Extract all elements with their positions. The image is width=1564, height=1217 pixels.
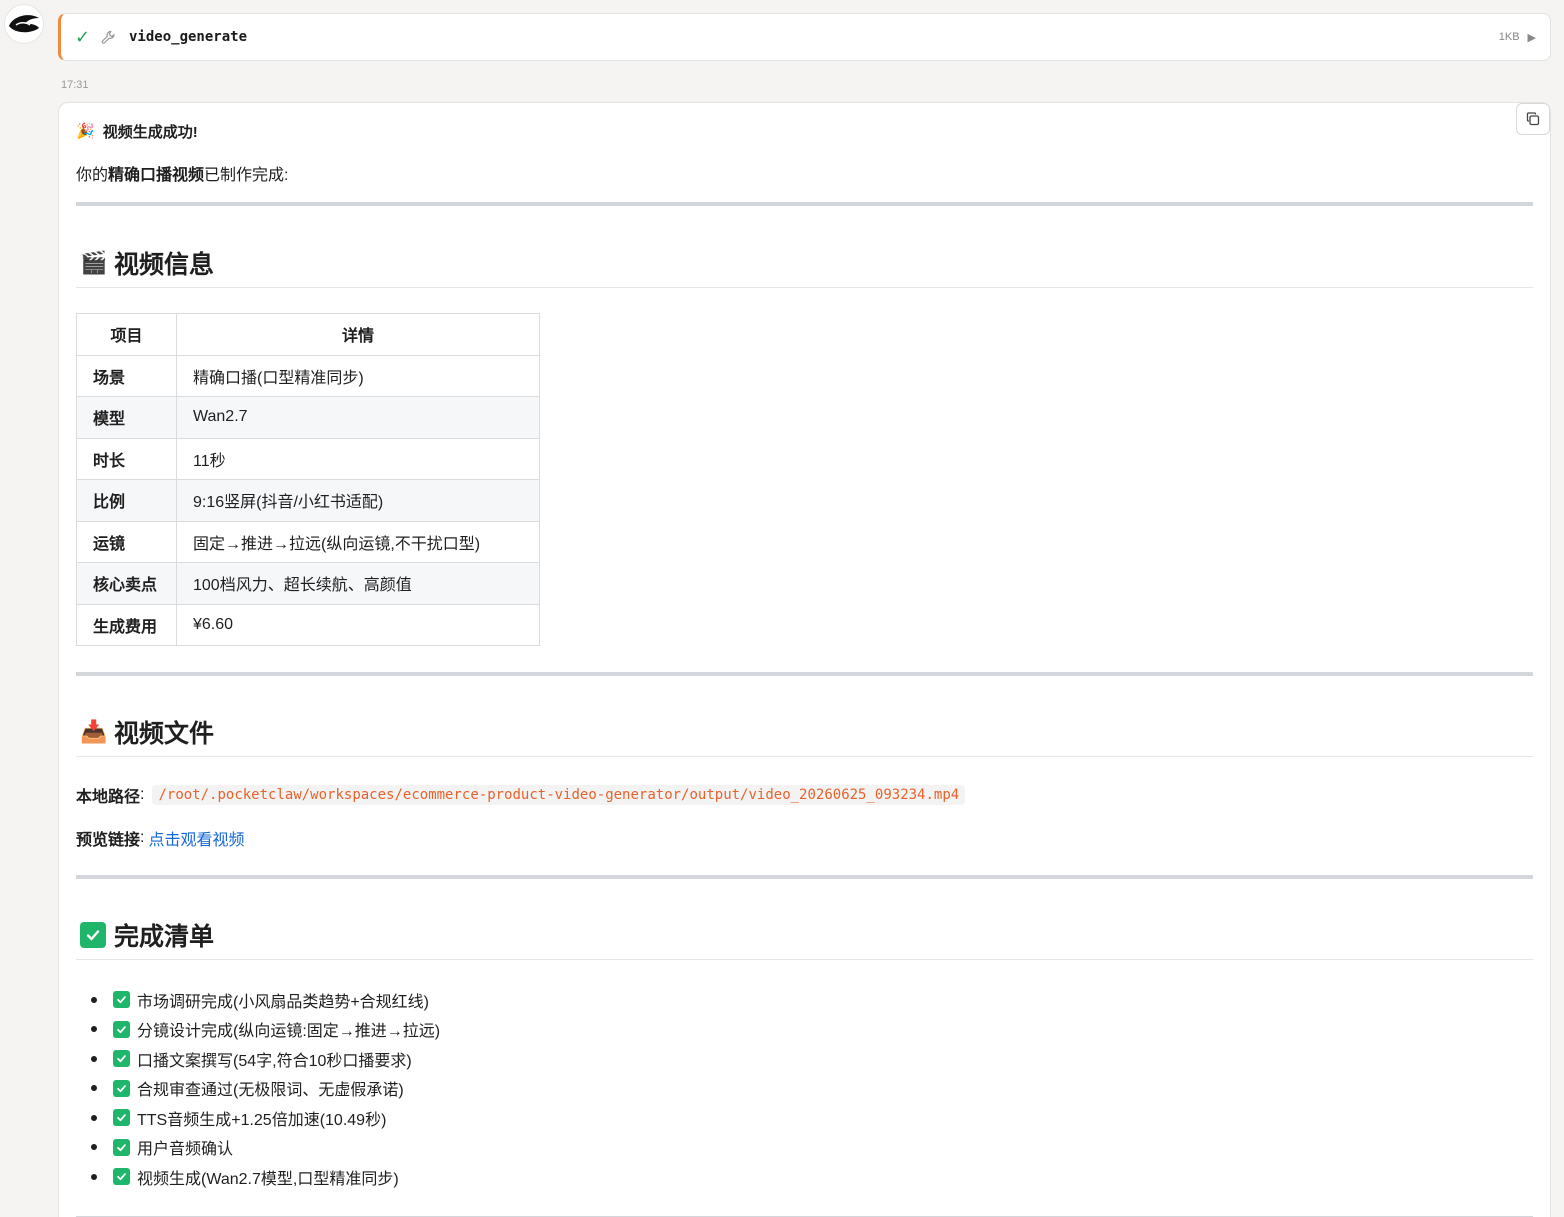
checklist-heading: 完成清单	[76, 917, 1533, 960]
preview-link-label: 预览链接	[76, 832, 141, 849]
row-value: 固定→推进→拉远(纵向运镜,不干扰口型)	[176, 520, 540, 563]
preview-video-link[interactable]: 点击观看视频	[148, 826, 244, 850]
local-path-line: 本地路径: /root/.pocketclaw/workspaces/ecomm…	[76, 783, 1533, 807]
table-row: 时长 11秒	[76, 437, 540, 480]
list-item-text: 分镜设计完成(纵向运镜:固定→推进→拉远)	[137, 1023, 441, 1041]
row-label: 模型	[76, 396, 177, 439]
assistant-message: 🎉 视频生成成功! 你的精确口播视频已制作完成: 🎬 视频信息 项目 详情 场景…	[58, 102, 1551, 1217]
divider	[76, 672, 1533, 676]
row-label: 运镜	[76, 520, 177, 563]
intro-suffix: 已制作完成:	[204, 167, 289, 184]
assistant-avatar	[4, 4, 44, 44]
copy-button[interactable]	[1516, 103, 1550, 135]
video-file-title: 视频文件	[114, 720, 215, 748]
table-row: 模型 Wan2.7	[76, 396, 540, 439]
intro-text: 你的精确口播视频已制作完成:	[76, 161, 1533, 184]
list-item-text: 合规审查通过(无极限词、无虚假承诺)	[137, 1082, 404, 1100]
preview-link-line: 预览链接: 点击观看视频	[76, 826, 1533, 850]
list-item: 用户音频确认	[76, 1133, 1533, 1163]
table-row: 场景 精确口播(口型精准同步)	[76, 354, 540, 397]
check-mark-icon	[113, 991, 130, 1009]
checklist-title: 完成清单	[114, 923, 215, 951]
table-row: 生成费用 ¥6.60	[76, 603, 540, 646]
check-mark-icon	[113, 1020, 130, 1038]
row-value: ¥6.60	[176, 603, 540, 646]
row-label: 核心卖点	[76, 562, 177, 605]
copy-icon	[1526, 112, 1540, 126]
table-row: 核心卖点 100档风力、超长续航、高颜值	[76, 562, 540, 605]
list-item-text: 视频生成(Wan2.7模型,口型精准同步)	[137, 1170, 399, 1188]
table-row: 运镜 固定→推进→拉远(纵向运镜,不干扰口型)	[76, 520, 540, 563]
list-item: 口播文案撰写(54字,符合10秒口播要求)	[76, 1044, 1533, 1074]
tool-result-size: 1KB	[1498, 31, 1520, 43]
message-timestamp: 17:31	[61, 79, 89, 91]
row-label: 时长	[76, 437, 177, 480]
video-info-heading: 🎬 视频信息	[76, 245, 1533, 288]
table-header-row: 项目 详情	[76, 313, 540, 356]
inbox-tray-icon: 📥	[80, 719, 108, 744]
claw-logo-icon	[9, 15, 39, 33]
row-value: 100档风力、超长续航、高颜值	[176, 562, 540, 605]
list-item: 合规审查通过(无极限词、无虚假承诺)	[76, 1074, 1533, 1104]
list-item: 市场调研完成(小风扇品类趋势+合规红线)	[76, 985, 1533, 1015]
row-value: Wan2.7	[176, 396, 540, 439]
local-path-sep: :	[140, 786, 145, 803]
check-mark-icon	[113, 1138, 130, 1156]
list-item: 分镜设计完成(纵向运镜:固定→推进→拉远)	[76, 1015, 1533, 1045]
list-item-text: 市场调研完成(小风扇品类趋势+合规红线)	[137, 993, 430, 1011]
table-row: 比例 9:16竖屏(抖音/小红书适配)	[76, 479, 540, 522]
tool-call-card[interactable]: ✓ video_generate 1KB ▶	[58, 13, 1551, 61]
check-mark-icon	[113, 1109, 130, 1127]
divider	[76, 202, 1533, 206]
local-path-label: 本地路径	[76, 789, 141, 806]
local-path-value[interactable]: /root/.pocketclaw/workspaces/ecommerce-p…	[152, 785, 966, 805]
table-header-item: 项目	[76, 313, 177, 356]
intro-bold: 精确口播视频	[108, 167, 205, 184]
row-value: 9:16竖屏(抖音/小红书适配)	[176, 479, 540, 522]
check-mark-icon	[113, 1050, 130, 1068]
list-item-text: 口播文案撰写(54字,符合10秒口播要求)	[137, 1052, 412, 1070]
success-heading: 🎉 视频生成成功!	[76, 119, 1533, 143]
video-info-table: 项目 详情 场景 精确口播(口型精准同步) 模型 Wan2.7 时长 11秒 比例 9:…	[76, 313, 540, 646]
divider	[76, 875, 1533, 879]
success-title: 视频生成成功!	[102, 123, 198, 141]
list-item-text: 用户音频确认	[137, 1141, 234, 1159]
check-mark-button-icon	[80, 921, 114, 949]
list-item: 视频生成(Wan2.7模型,口型精准同步)	[76, 1162, 1533, 1192]
checklist: 市场调研完成(小风扇品类趋势+合规红线) 分镜设计完成(纵向运镜:固定→推进→拉…	[76, 985, 1533, 1192]
table-header-detail: 详情	[176, 313, 540, 356]
list-item-text: TTS音频生成+1.25倍加速(10.49秒)	[137, 1111, 387, 1129]
row-label: 场景	[76, 354, 177, 397]
clapper-board-icon: 🎬	[80, 250, 108, 275]
row-label: 生成费用	[76, 603, 177, 646]
row-value: 精确口播(口型精准同步)	[176, 354, 540, 397]
check-icon: ✓	[75, 26, 91, 47]
preview-link-sep: :	[140, 829, 145, 846]
wrench-icon	[101, 30, 123, 45]
row-label: 比例	[76, 479, 177, 522]
intro-prefix: 你的	[76, 167, 109, 184]
video-file-heading: 📥 视频文件	[76, 714, 1533, 757]
party-popper-icon: 🎉	[76, 123, 95, 140]
list-item: TTS音频生成+1.25倍加速(10.49秒)	[76, 1103, 1533, 1133]
check-mark-icon	[113, 1168, 130, 1186]
tool-name: video_generate	[129, 29, 248, 45]
row-value: 11秒	[176, 437, 540, 480]
check-mark-icon	[113, 1079, 130, 1097]
video-info-title: 视频信息	[114, 251, 215, 279]
play-arrow-icon[interactable]: ▶	[1528, 31, 1536, 44]
